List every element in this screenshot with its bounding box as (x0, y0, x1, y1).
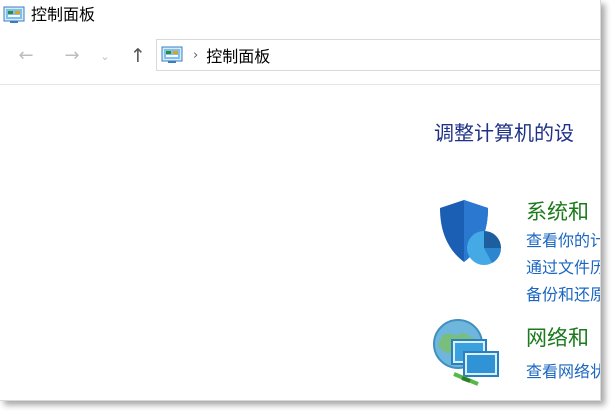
shield-icon[interactable] (436, 198, 506, 268)
forward-button[interactable]: → (60, 45, 84, 67)
network-globe-icon[interactable] (432, 318, 504, 390)
control-panel-window: 控制面板 ← → ⌄ ↑ › 控制面板 调整计算机的设 系统和 查看你的计 通过… (0, 0, 601, 401)
navigation-bar: ← → ⌄ ↑ › 控制面板 (0, 38, 600, 74)
window-title: 控制面板 (31, 5, 96, 24)
category-link[interactable]: 查看你的计 (526, 227, 600, 251)
category-link[interactable]: 通过文件历 (526, 254, 600, 278)
category-title[interactable]: 网络和 (526, 322, 589, 352)
arrow-left-icon: ← (18, 45, 34, 66)
arrow-right-icon: → (64, 45, 80, 66)
category-link[interactable]: 查看网络状 (526, 358, 600, 382)
toolbar-divider (0, 84, 600, 85)
up-button[interactable]: ↑ (126, 45, 150, 67)
category-title[interactable]: 系统和 (526, 196, 589, 226)
category-link[interactable]: 备份和还原 (526, 281, 600, 305)
recent-locations-button[interactable]: ⌄ (97, 45, 113, 67)
title-bar: 控制面板 (0, 0, 600, 30)
breadcrumb-control-panel[interactable]: 控制面板 (206, 43, 270, 67)
arrow-up-icon: ↑ (130, 44, 146, 67)
breadcrumb-separator-icon[interactable]: › (193, 48, 198, 63)
address-bar[interactable]: › 控制面板 (156, 39, 600, 71)
chevron-down-icon: ⌄ (100, 49, 110, 63)
control-panel-icon (3, 6, 25, 23)
back-button[interactable]: ← (14, 45, 38, 67)
control-panel-icon (161, 46, 183, 63)
page-heading: 调整计算机的设 (434, 121, 574, 145)
